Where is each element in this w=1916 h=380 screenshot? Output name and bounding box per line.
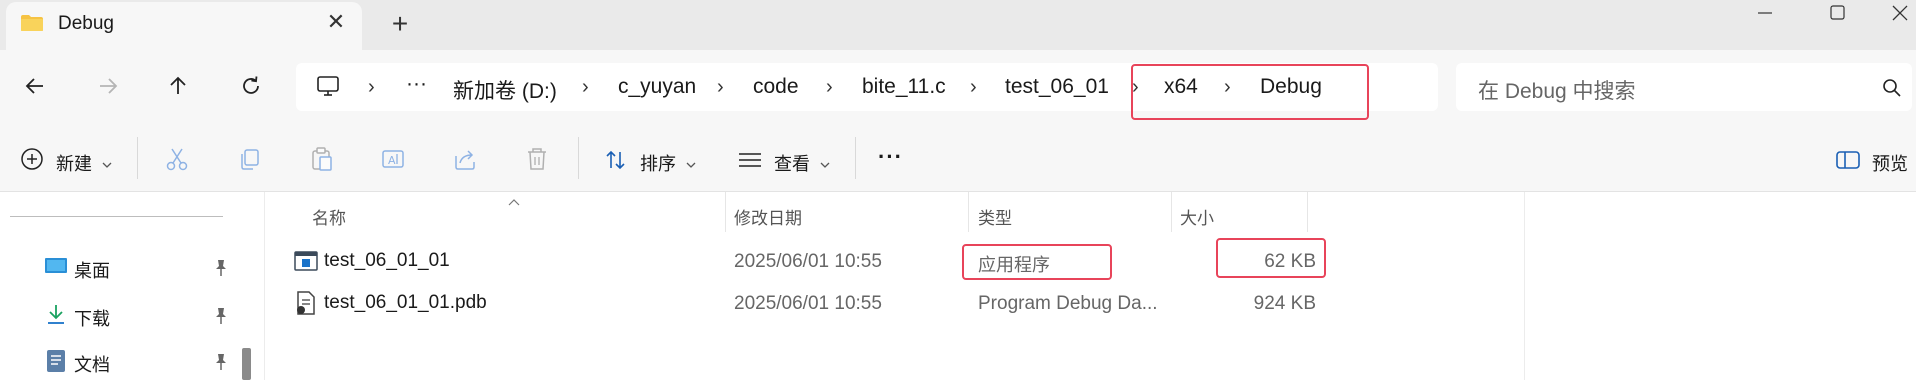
file-date: 2025/06/01 10:55 [734,251,882,272]
highlight-box [962,244,1112,280]
pin-icon[interactable] [213,307,229,330]
sort-ascending-icon [507,193,521,211]
sidebar-scrollbar[interactable] [242,348,251,380]
rename-icon[interactable]: A [380,146,406,177]
column-divider[interactable] [1171,192,1172,232]
preview-pane-button[interactable]: 预览 [1872,150,1908,176]
sort-icon[interactable] [604,148,628,177]
arrow-right-icon [100,78,118,94]
sidebar-item-desktop[interactable]: 桌面 [40,252,255,286]
refresh-button[interactable] [229,64,273,108]
preview-pane-icon[interactable] [1836,150,1860,175]
pdb-file-icon [295,291,317,320]
breadcrumb-item-drive[interactable]: 新加卷 (D:) [453,75,557,105]
view-icon[interactable] [737,150,763,175]
chevron-right-icon[interactable]: › [717,76,724,99]
sidebar-divider [10,216,223,217]
svg-text:A: A [388,154,396,167]
table-row[interactable]: test_06_01_01.pdb 2025/06/01 10:55 Progr… [280,286,1320,322]
command-bar [0,122,1916,192]
new-button[interactable] [20,147,44,176]
sidebar-item-documents[interactable]: 文档 [40,346,255,380]
column-divider[interactable] [1307,192,1308,232]
sidebar-item-label: 桌面 [74,261,110,281]
sidebar-item-label: 文档 [74,355,110,375]
close-tab-icon[interactable]: ✕ [322,8,350,36]
file-type: Program Debug Da... [978,293,1158,314]
cut-icon[interactable] [164,146,190,177]
search-icon[interactable] [1882,78,1902,103]
column-divider [1524,192,1525,380]
chevron-right-icon[interactable]: › [368,76,375,99]
chevron-down-icon[interactable] [102,156,112,174]
paste-icon[interactable] [308,146,334,177]
column-header-name[interactable]: 名称 [312,204,346,229]
add-circle-icon [21,148,43,170]
maximize-button[interactable] [1804,0,1864,30]
exe-icon [294,251,318,276]
arrow-up-icon [170,76,186,94]
file-name: test_06_01_01.pdb [324,292,487,313]
tab-title: Debug [58,13,114,34]
sidebar-item-downloads[interactable]: 下载 [40,300,255,334]
breadcrumb-item-bite-11[interactable]: bite_11.c [862,75,946,99]
back-button[interactable] [13,64,57,108]
delete-icon[interactable] [524,146,550,177]
new-tab-button[interactable]: + [384,8,416,40]
breadcrumb-overflow[interactable]: ··· [406,72,427,96]
up-button[interactable] [156,64,200,108]
breadcrumb-item-c-yuyan[interactable]: c_yuyan [618,75,696,99]
forward-button[interactable] [86,64,130,108]
toolbar-divider [137,137,138,179]
search-input[interactable]: 在 Debug 中搜索 [1478,75,1636,105]
pin-icon[interactable] [213,259,229,282]
desktop-icon [44,256,68,281]
close-window-button[interactable] [1856,0,1916,30]
refresh-icon [243,76,259,94]
sort-button[interactable]: 排序 [640,150,676,176]
folder-icon [20,14,44,37]
pane-divider [264,192,265,380]
download-icon [44,302,68,331]
arrow-left-icon [25,78,43,94]
column-header-type[interactable]: 类型 [978,204,1012,229]
breadcrumb-item-code[interactable]: code [753,75,799,99]
more-options-button[interactable]: ··· [878,144,903,170]
view-button[interactable]: 查看 [774,150,810,176]
chevron-down-icon[interactable] [820,156,830,174]
file-date: 2025/06/01 10:55 [734,293,882,314]
chevron-down-icon[interactable] [686,156,696,174]
chevron-right-icon[interactable]: › [826,76,833,99]
chevron-right-icon[interactable]: › [582,76,589,99]
chevron-right-icon[interactable]: › [970,76,977,99]
column-divider[interactable] [968,192,969,232]
column-divider[interactable] [725,192,726,232]
file-name: test_06_01_01 [324,250,450,271]
document-icon [46,349,66,378]
copy-icon[interactable] [236,146,262,177]
minimize-button[interactable] [1734,0,1794,30]
highlight-box [1216,238,1326,278]
column-header-size[interactable]: 大小 [1180,204,1214,229]
this-pc-icon[interactable] [316,74,340,103]
toolbar-divider [855,137,856,179]
toolbar-divider [578,137,579,179]
table-row[interactable]: test_06_01_01 2025/06/01 10:55 应用程序 62 K… [280,244,1320,280]
column-header-date[interactable]: 修改日期 [734,204,802,229]
highlight-box [1131,64,1369,120]
file-size: 924 KB [1253,293,1316,314]
sidebar-item-label: 下载 [74,309,110,329]
breadcrumb-item-test-06-01[interactable]: test_06_01 [1005,75,1109,99]
new-button-label[interactable]: 新建 [56,150,92,176]
pin-icon[interactable] [213,353,229,376]
share-icon[interactable] [452,146,478,177]
